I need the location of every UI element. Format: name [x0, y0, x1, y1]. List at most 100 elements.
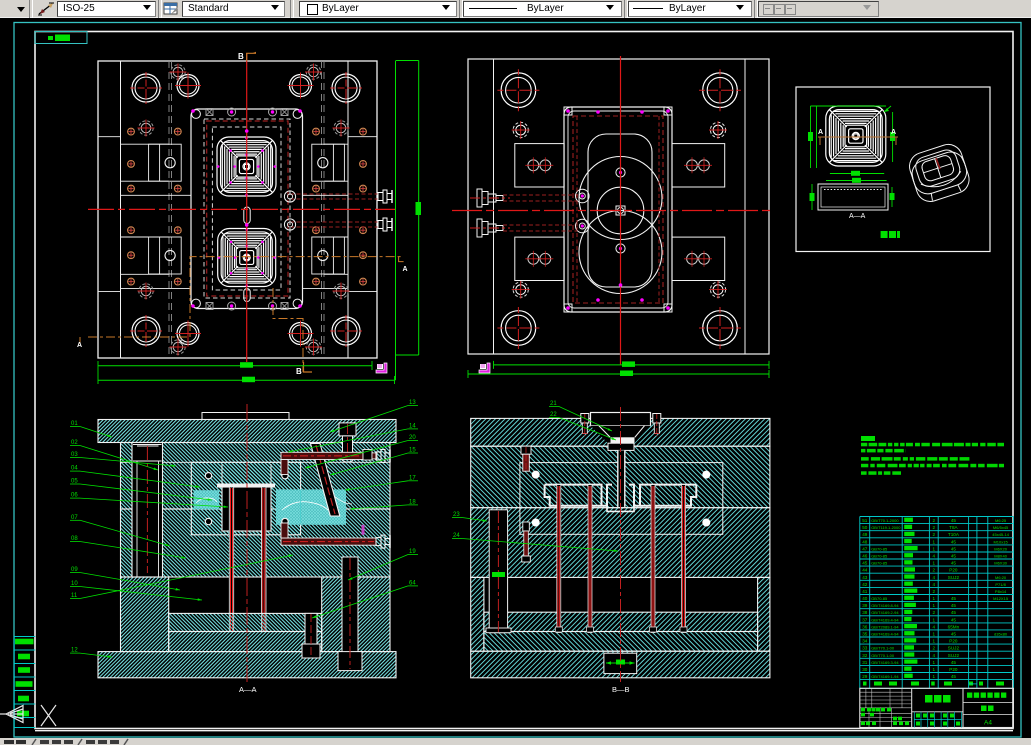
svg-text:45: 45 [951, 596, 957, 601]
svg-text:A: A [818, 129, 823, 136]
svg-text:GB/T4169.4-94: GB/T4169.4-94 [871, 617, 899, 622]
svg-text:47: 47 [862, 546, 868, 551]
svg-text:SUJ2: SUJ2 [948, 575, 960, 580]
svg-text:30: 30 [862, 667, 868, 672]
svg-text:B: B [238, 52, 244, 61]
svg-text:1: 1 [933, 667, 936, 672]
svg-text:GB/T4169.2-94: GB/T4169.2-94 [871, 610, 899, 615]
svg-text:1: 1 [933, 639, 936, 644]
svg-text:GB70-85: GB70-85 [871, 561, 888, 566]
svg-text:45: 45 [951, 554, 957, 559]
svg-text:45: 45 [951, 561, 957, 566]
svg-text:M6/5x45: M6/5x45 [993, 525, 1009, 530]
svg-text:P71/8: P71/8 [995, 582, 1006, 587]
svg-text:39: 39 [862, 603, 868, 608]
svg-text:35: 35 [862, 632, 868, 637]
svg-text:M8X40: M8X40 [994, 554, 1007, 559]
svg-text:29: 29 [862, 674, 868, 679]
svg-text:4: 4 [933, 653, 936, 658]
svg-text:P20: P20 [949, 667, 958, 672]
svg-text:32: 32 [862, 653, 868, 658]
svg-text:2: 2 [933, 525, 936, 530]
svg-text:P8x14: P8x14 [995, 589, 1007, 594]
svg-text:M6:20: M6:20 [995, 575, 1007, 580]
svg-text:GB70-85: GB70-85 [871, 546, 888, 551]
svg-text:45: 45 [951, 546, 957, 551]
svg-text:2: 2 [933, 646, 936, 651]
svg-text:42: 42 [862, 582, 868, 587]
svg-text:M6:25: M6:25 [995, 518, 1007, 523]
svg-text:1: 1 [933, 561, 936, 566]
svg-text:1: 1 [933, 674, 936, 679]
svg-text:2: 2 [933, 589, 936, 594]
svg-text:1: 1 [933, 617, 936, 622]
svg-text:2: 2 [933, 610, 936, 615]
svg-text:M10x15: M10x15 [993, 539, 1008, 544]
svg-text:GB/T2089.1-94: GB/T2089.1-94 [871, 624, 899, 629]
svg-text:GB/T4169.1-94: GB/T4169.1-94 [871, 674, 899, 679]
svg-text:1: 1 [933, 660, 936, 665]
svg-text:GB70-85: GB70-85 [871, 554, 888, 559]
svg-text:4: 4 [933, 575, 936, 580]
svg-text:46: 46 [862, 554, 868, 559]
svg-text:GB70-85: GB70-85 [871, 596, 888, 601]
svg-text:51: 51 [862, 518, 868, 523]
svg-text:33: 33 [862, 646, 868, 651]
svg-text:45x45-14: 45x45-14 [992, 532, 1009, 537]
svg-text:A—A: A—A [239, 685, 257, 694]
svg-text:34: 34 [862, 639, 868, 644]
svg-text:GB/T119.1-2000: GB/T119.1-2000 [871, 525, 901, 530]
svg-text:45: 45 [951, 518, 957, 523]
svg-text:41: 41 [862, 589, 868, 594]
svg-text:A: A [891, 129, 896, 136]
svg-text:GB/T70.1-00: GB/T70.1-00 [871, 653, 895, 658]
svg-text:38: 38 [862, 610, 868, 615]
svg-text:M6X30: M6X30 [994, 561, 1007, 566]
svg-text:T8A: T8A [949, 525, 958, 530]
svg-text:GB/T4169.4-94: GB/T4169.4-94 [871, 632, 899, 637]
svg-text:45: 45 [951, 603, 957, 608]
svg-text:4: 4 [933, 624, 936, 629]
svg-text:A4: A4 [984, 720, 992, 727]
svg-text:45: 45 [951, 674, 957, 679]
svg-text:4: 4 [933, 582, 936, 587]
svg-text:GB/T70.1-00: GB/T70.1-00 [871, 646, 895, 651]
svg-text:31: 31 [862, 660, 868, 665]
svg-text:44: 44 [862, 568, 868, 573]
svg-text:45: 45 [951, 539, 957, 544]
svg-text:2: 2 [933, 532, 936, 537]
svg-text:45: 45 [951, 660, 957, 665]
svg-text:4: 4 [933, 554, 936, 559]
svg-text:M6X20: M6X20 [994, 546, 1007, 551]
svg-text:45: 45 [951, 610, 957, 615]
svg-text:T10A: T10A [948, 532, 960, 537]
svg-text:GB/T4169.8-94: GB/T4169.8-94 [871, 603, 899, 608]
svg-text:P20: P20 [949, 639, 958, 644]
svg-text:43: 43 [862, 575, 868, 580]
svg-text:65Mn: 65Mn [948, 624, 960, 629]
svg-text:45: 45 [951, 632, 957, 637]
svg-text:SUJ2: SUJ2 [948, 653, 960, 658]
svg-text:49: 49 [862, 532, 868, 537]
svg-text:36: 36 [862, 624, 868, 629]
svg-text:A—A: A—A [849, 213, 866, 220]
svg-text:1: 1 [933, 596, 936, 601]
svg-text:2: 2 [933, 568, 936, 573]
svg-text:B—B: B—B [612, 685, 630, 694]
svg-text:B: B [296, 367, 302, 376]
svg-text:1: 1 [933, 603, 936, 608]
svg-text:50: 50 [862, 525, 868, 530]
svg-text:45: 45 [951, 617, 957, 622]
svg-text:P20: P20 [949, 568, 958, 573]
svg-text:SUJ2: SUJ2 [948, 646, 960, 651]
svg-text:45: 45 [862, 561, 868, 566]
svg-text:1: 1 [933, 539, 936, 544]
svg-text:A: A [403, 266, 408, 273]
svg-text:48: 48 [862, 539, 868, 544]
svg-text:A: A [77, 342, 82, 349]
svg-text:GB/T70.1-2000: GB/T70.1-2000 [871, 518, 899, 523]
svg-text:40: 40 [862, 596, 868, 601]
svg-text:37: 37 [862, 617, 868, 622]
svg-text:1: 1 [933, 546, 936, 551]
svg-text:GB/T4169.3-94: GB/T4169.3-94 [871, 660, 899, 665]
